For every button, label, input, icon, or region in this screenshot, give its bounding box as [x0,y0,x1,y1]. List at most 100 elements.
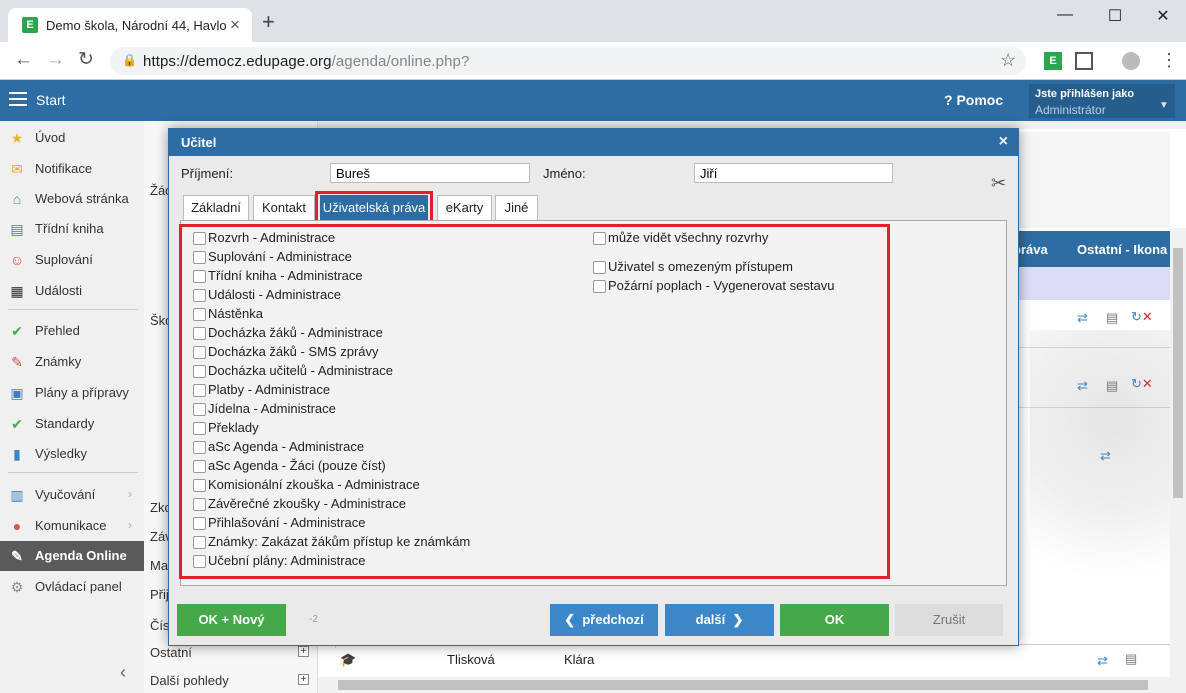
close-tab-icon[interactable]: × [230,15,240,35]
checkbox[interactable] [193,270,206,283]
edupage-extension-icon[interactable]: E [1044,52,1062,70]
tools-icon[interactable]: ✂ [991,173,1006,194]
checkbox[interactable] [193,365,206,378]
sidebar-item-14[interactable]: ⚙ Ovládací panel [0,572,145,602]
help-link[interactable]: ? Pomoc [944,92,1003,108]
sidebar-item-10[interactable]: ▮ Výsledky [0,439,145,469]
checkbox[interactable] [193,327,206,340]
surname-field[interactable] [330,163,530,183]
minimize-window-button[interactable]: — [1050,6,1080,24]
checkbox[interactable] [193,536,206,549]
sidebar-item-4[interactable]: ☺ Suplování [0,245,145,275]
checkbox-label: Rozvrh - Administrace [208,230,336,245]
sidebar-item-3[interactable]: ▤ Třídní kniha [0,214,145,244]
user-menu[interactable]: Jste přihlášen jako Administrátor ▼ [1029,84,1175,118]
sidebar-item-9[interactable]: ✔ Standardy [0,409,145,439]
sync-remove-icon[interactable]: ↻✕ [1131,309,1153,325]
reload-icon[interactable]: ↻ [78,50,94,70]
hamburger-menu-icon[interactable] [9,92,27,106]
sidebar-item-2[interactable]: ⌂ Webová stránka [0,184,145,214]
scroll-thumb[interactable] [338,680,1148,690]
horizontal-scrollbar[interactable] [318,677,1170,693]
new-tab-button[interactable]: + [262,11,275,33]
tab-basic[interactable]: Základní [183,195,249,221]
tab-other[interactable]: Jiné [495,195,538,221]
checkbox[interactable] [193,441,206,454]
scroll-thumb[interactable] [1173,248,1183,498]
ok-button[interactable]: OK [780,604,889,636]
surname-label: Příjmení: [181,166,234,181]
left-list-item[interactable]: Ostatní + [150,645,315,673]
sidebar-item-13[interactable]: ✎ Agenda Online [0,541,145,571]
tab-ekarty[interactable]: eKarty [437,195,492,221]
checkbox[interactable] [193,251,206,264]
lock-icon: 🔒 [122,53,137,67]
checkbox[interactable] [193,403,206,416]
checkbox-label: aSc Agenda - Žáci (pouze číst) [208,458,386,473]
left-list-item[interactable]: Další pohledy + [150,673,315,693]
profile-avatar-icon[interactable] [1122,52,1140,70]
menu-dots-icon[interactable]: ⋮ [1160,50,1178,71]
teacher-dialog: Učitel × Příjmení: Jméno: ✂ Základní Kon… [168,128,1019,646]
edit-icon[interactable]: ⇄ [1097,653,1108,669]
sidebar-item-11[interactable]: ▥ Vyučování [0,480,145,510]
checkbox[interactable] [193,479,206,492]
firstname-field[interactable] [694,163,893,183]
firstname-cell: Klára [564,652,595,667]
close-window-button[interactable]: ✕ [1148,6,1178,26]
expand-icon[interactable]: + [298,674,309,685]
close-icon[interactable]: × [999,133,1008,151]
edit-icon[interactable]: ⇄ [1077,310,1088,326]
sidebar-item-7[interactable]: ✎ Známky [0,347,145,377]
browser-tab-strip: E Demo škola, Národní 44, Havlov × + — ☐… [0,0,1186,42]
back-arrow-icon[interactable]: ← [14,50,33,70]
sidebar-item-6[interactable]: ✔ Přehled [0,316,145,346]
sidebar-item-8[interactable]: ▣ Plány a přípravy [0,378,145,408]
tab-contact[interactable]: Kontakt [253,195,315,221]
url-field[interactable]: 🔒 https://democz.edupage.org/agenda/onli… [110,47,1026,75]
table-row[interactable]: 🎓 Tlisková Klára ⇄ ▤ [332,644,1172,676]
expand-icon[interactable]: + [298,646,309,657]
checkbox-label: Překlady [208,420,259,435]
previous-button[interactable]: ❮ předchozí [550,604,658,636]
checkbox[interactable] [193,308,206,321]
checkbox[interactable] [193,460,206,473]
print-icon[interactable]: ▤ [1125,651,1137,667]
left-list-label: Ostatní [150,645,192,660]
question-icon: ? [944,92,953,108]
start-link[interactable]: Start [36,92,66,108]
ok-new-button[interactable]: OK + Nový [177,604,286,636]
checkbox[interactable] [193,232,206,245]
checkbox[interactable] [593,261,606,274]
checkbox[interactable] [593,232,606,245]
tab-user-rights[interactable]: Uživatelská práva [320,195,428,221]
next-button[interactable]: další ❯ [665,604,774,636]
collapse-sidebar-icon[interactable]: ‹ [120,662,126,683]
checkbox[interactable] [193,289,206,302]
checkbox[interactable] [193,384,206,397]
grid-row-selected[interactable] [1009,267,1170,300]
checkbox[interactable] [193,498,206,511]
checkbox[interactable] [193,422,206,435]
print-icon[interactable]: ▤ [1106,310,1118,326]
sidebar: ★ Úvod ✉ Notifikace ⌂ Webová stránka ▤ Třídní k… [0,121,145,693]
sidebar-item-1[interactable]: ✉ Notifikace [0,154,145,184]
checkbox[interactable] [193,517,206,530]
sidebar-item-label: Třídní kniha [35,221,104,236]
cancel-button[interactable]: Zrušit [895,604,1003,636]
screenshot-extension-icon[interactable] [1075,52,1093,70]
sidebar-item-label: Výsledky [35,446,88,461]
sidebar-item-5[interactable]: ▦ Události [0,276,145,306]
vertical-scrollbar[interactable] [1170,228,1186,693]
forward-arrow-icon[interactable]: → [46,50,65,70]
checkbox-label: může vidět všechny rozvrhy [608,230,769,245]
sidebar-item-0[interactable]: ★ Úvod [0,123,145,153]
url-text: https://democz.edupage.org/agenda/online… [143,53,470,70]
checkbox[interactable] [193,346,206,359]
bookmark-star-icon[interactable]: ☆ [1000,50,1016,71]
sidebar-item-12[interactable]: ● Komunikace [0,511,145,541]
checkbox[interactable] [593,280,606,293]
maximize-window-button[interactable]: ☐ [1100,6,1130,26]
checkbox[interactable] [193,555,206,568]
browser-tab[interactable]: E Demo škola, Národní 44, Havlov × [8,8,252,42]
